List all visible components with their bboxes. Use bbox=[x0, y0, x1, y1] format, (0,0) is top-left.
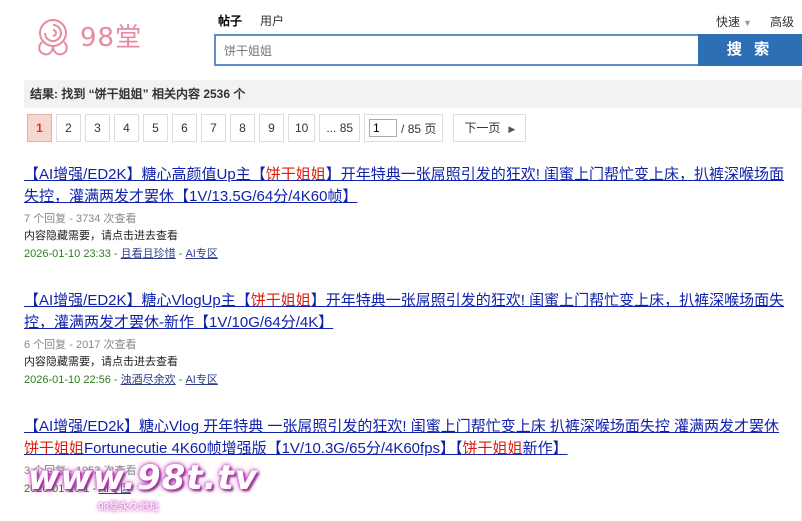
result-title-link[interactable]: 【AI增强/ED2K】糖心高颜值Up主【饼干姐姐】开年特典一张屌照引发的狂欢! … bbox=[24, 164, 794, 208]
page-link-5[interactable]: 5 bbox=[143, 114, 168, 142]
next-page-label: 下一页 bbox=[464, 121, 501, 135]
title-text: Fortunecutie 4K60帧增强版【1V/10.3G/65分/4K60f… bbox=[84, 440, 463, 457]
list-item: 【AI增强/ED2K】糖心VlogUp主【饼干姐姐】开年特典一张屌照引发的狂欢!… bbox=[24, 290, 794, 389]
result-title-link[interactable]: 【AI增强/ED2k】糖心Vlog 开年特典 一张屌照引发的狂欢! 闺蜜上门帮忙… bbox=[24, 416, 794, 460]
list-item: 【AI增强/ED2K】糖心高颜值Up主【饼干姐姐】开年特典一张屌照引发的狂欢! … bbox=[24, 164, 794, 263]
result-stats: 3 个回复 - 1953 次查看 bbox=[24, 465, 137, 477]
title-text: 新作】 bbox=[522, 440, 568, 457]
result-date: 2026-01-10 1 bbox=[24, 483, 90, 495]
search-tabs: 帖子 用户 bbox=[218, 12, 284, 29]
title-highlight: 饼干姐姐 bbox=[462, 440, 523, 457]
page-total: / 85 页 bbox=[401, 121, 437, 136]
result-stats: 7 个回复 - 3734 次查看 bbox=[24, 213, 137, 225]
page-link-6[interactable]: 6 bbox=[172, 114, 197, 142]
result-date: 2026-01-10 22:56 bbox=[24, 374, 111, 386]
result-footer: 2026-01-10 1 - AI专区 bbox=[24, 480, 794, 498]
tab-posts[interactable]: 帖子 bbox=[218, 12, 242, 29]
title-text: 【AI增强/ED2K】糖心VlogUp主【 bbox=[24, 292, 251, 309]
result-footer: 2026-01-10 22:56 - 浊酒尽余欢 - AI专区 bbox=[24, 371, 794, 389]
pagination: 1 2 3 4 5 6 7 8 9 10 ... 85 / 85 页 下一页 ▶ bbox=[27, 114, 527, 142]
page-jump: / 85 页 bbox=[364, 114, 444, 142]
quick-link-label: 快速 bbox=[716, 15, 741, 29]
chevron-right-icon: ▶ bbox=[508, 124, 516, 134]
page-link-2[interactable]: 2 bbox=[56, 114, 81, 142]
title-text: 【AI增强/ED2K】糖心高颜值Up主【 bbox=[24, 166, 266, 183]
quick-link[interactable]: 快速 ▼ bbox=[716, 13, 752, 30]
search-button[interactable]: 搜 索 bbox=[698, 34, 802, 66]
search-box bbox=[214, 34, 700, 66]
page-link-3[interactable]: 3 bbox=[85, 114, 110, 142]
next-page-button[interactable]: 下一页 ▶ bbox=[453, 114, 527, 142]
advanced-link[interactable]: 高级 bbox=[770, 13, 794, 30]
page-link-10[interactable]: 10 bbox=[288, 114, 316, 142]
title-highlight: 饼干姐姐 bbox=[24, 440, 85, 457]
top-links: 快速 ▼ 高级 bbox=[716, 13, 794, 30]
tab-users[interactable]: 用户 bbox=[260, 12, 284, 29]
author-link[interactable]: 且看且珍惜 bbox=[121, 248, 176, 260]
logo-text: 98堂 bbox=[80, 22, 143, 53]
title-highlight: 饼干姐姐 bbox=[250, 292, 311, 309]
rose-logo-icon bbox=[38, 18, 68, 56]
page-link-1[interactable]: 1 bbox=[27, 114, 52, 142]
forum-link[interactable]: AI专区 bbox=[99, 483, 131, 495]
site-logo[interactable]: 98堂 bbox=[30, 12, 150, 58]
page-jump-input[interactable] bbox=[369, 119, 398, 137]
result-title-link[interactable]: 【AI增强/ED2K】糖心VlogUp主【饼干姐姐】开年特典一张屌照引发的狂欢!… bbox=[24, 290, 794, 334]
title-highlight: 饼干姐姐 bbox=[265, 166, 326, 183]
page-link-last[interactable]: ... 85 bbox=[319, 114, 361, 142]
list-item: 【AI增强/ED2k】糖心Vlog 开年特典 一张屌照引发的狂欢! 闺蜜上门帮忙… bbox=[24, 416, 794, 498]
result-description: 内容隐藏需要，请点击进去查看 bbox=[24, 356, 178, 368]
page-link-4[interactable]: 4 bbox=[114, 114, 139, 142]
author-link[interactable]: 浊酒尽余欢 bbox=[121, 374, 176, 386]
result-list: 【AI增强/ED2K】糖心高颜值Up主【饼干姐姐】开年特典一张屌照引发的狂欢! … bbox=[24, 164, 794, 521]
header: 98堂 帖子 用户 搜 索 快速▼ 高级 bbox=[0, 0, 802, 78]
title-text: 【AI增强/ED2k】糖心Vlog 开年特典 一张屌照引发的狂欢! 闺蜜上门帮忙… bbox=[24, 418, 780, 435]
page-link-7[interactable]: 7 bbox=[201, 114, 226, 142]
result-summary: 结果: 找到 “饼干姐姐” 相关内容 2536 个 bbox=[24, 80, 802, 108]
result-date: 2026-01-10 23:33 bbox=[24, 248, 111, 260]
search-input[interactable] bbox=[216, 36, 698, 64]
result-footer: 2026-01-10 23:33 - 且看且珍惜 - AI专区 bbox=[24, 245, 794, 263]
forum-link[interactable]: AI专区 bbox=[185, 248, 217, 260]
result-stats: 6 个回复 - 2017 次查看 bbox=[24, 339, 137, 351]
separator: - bbox=[113, 374, 121, 386]
separator: - bbox=[113, 248, 121, 260]
page-link-9[interactable]: 9 bbox=[259, 114, 284, 142]
caret-down-icon: ▼ bbox=[743, 18, 752, 28]
page-link-8[interactable]: 8 bbox=[230, 114, 255, 142]
result-description: 内容隐藏需要，请点击进去查看 bbox=[24, 230, 178, 242]
forum-link[interactable]: AI专区 bbox=[185, 374, 217, 386]
